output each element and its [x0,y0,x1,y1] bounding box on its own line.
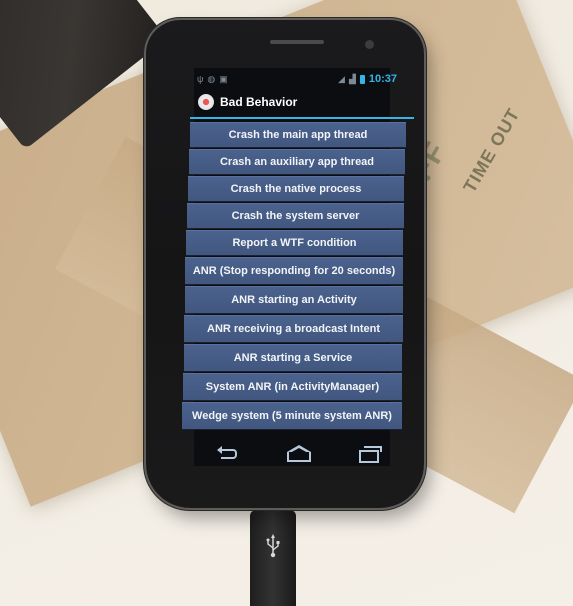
front-camera [365,40,374,49]
anr-starting-activity-button[interactable]: ANR starting an Activity [185,286,403,313]
back-icon [217,446,237,459]
app-title: Bad Behavior [220,95,298,109]
phone: ψ ◍ ▣ ◢ ▟ 10:37 Bad Behavior Crash the m… [146,20,424,508]
usb-debug-icon: ψ [197,74,204,84]
nav-bar [194,442,404,466]
gear-icon[interactable] [198,94,214,110]
image-icon: ▣ [219,74,228,84]
home-button[interactable] [279,444,319,464]
wedge-system-button[interactable]: Wedge system (5 minute system ANR) [182,402,402,429]
earpiece [270,40,324,44]
anr-starting-service-button[interactable]: ANR starting a Service [184,344,402,371]
status-clock: 10:37 [368,73,397,85]
battery-icon [359,74,365,84]
report-wtf-button[interactable]: Report a WTF condition [186,230,403,255]
status-bar: ψ ◍ ▣ ◢ ▟ 10:37 [197,70,397,88]
crash-main-thread-button[interactable]: Crash the main app thread [190,122,406,147]
crash-system-server-button[interactable]: Crash the system server [187,203,404,228]
cellular-icon: ▟ [348,74,356,84]
action-bar-divider [190,117,414,119]
home-icon [287,445,311,462]
phone-screen: ψ ◍ ▣ ◢ ▟ 10:37 Bad Behavior Crash the m… [182,68,414,466]
android-icon: ◍ [207,74,216,84]
back-button[interactable] [209,444,249,464]
anr-stop-responding-button[interactable]: ANR (Stop responding for 20 seconds) [185,257,403,284]
crash-auxiliary-thread-button[interactable]: Crash an auxiliary app thread [189,149,405,174]
usb-icon [263,534,283,560]
action-bar: Bad Behavior [198,90,398,114]
recents-icon [359,445,382,463]
anr-broadcast-intent-button[interactable]: ANR receiving a broadcast Intent [184,315,403,342]
crash-native-process-button[interactable]: Crash the native process [188,176,404,201]
recents-button[interactable] [349,444,389,464]
button-list: Crash the main app thread Crash an auxil… [182,122,406,429]
status-right: ◢ ▟ 10:37 [338,73,397,85]
status-left: ψ ◍ ▣ [197,74,228,84]
system-anr-button[interactable]: System ANR (in ActivityManager) [183,373,402,400]
signal-icon: ◢ [338,74,345,84]
